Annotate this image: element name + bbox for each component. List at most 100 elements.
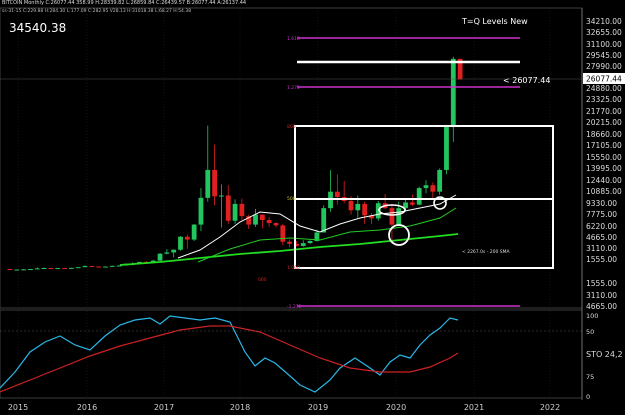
year-tick-label: 2019 xyxy=(308,403,328,412)
candle-body xyxy=(34,268,40,270)
candle-body xyxy=(423,185,429,189)
candle-body xyxy=(82,266,88,268)
price-tick-label: 12440.00 xyxy=(586,176,622,185)
candle-body xyxy=(266,219,272,224)
price-tick-label: 34210.00 xyxy=(586,17,622,26)
year-tick-label: 2016 xyxy=(77,403,97,412)
candle-body xyxy=(21,269,27,271)
price-tick-label: 7775.00 xyxy=(586,210,617,219)
candle-body xyxy=(41,268,47,269)
candle-body xyxy=(198,197,204,225)
level-label: -1.272 xyxy=(287,304,302,310)
candle-body xyxy=(321,208,327,233)
candle-body xyxy=(178,236,183,250)
candle-body xyxy=(225,195,231,221)
candle-body xyxy=(171,249,177,253)
candle-body xyxy=(348,200,354,211)
price-panel xyxy=(0,7,583,309)
candle-body xyxy=(307,240,313,244)
candle-body xyxy=(212,169,217,197)
price-tick-label: 32655.00 xyxy=(586,28,622,37)
price-tick-label: 10885.00 xyxy=(586,187,622,196)
level-label: 000 xyxy=(258,277,267,283)
chart-window: 1.618 1.272 -1.272 800 500 1.000 000 34210.00 3… xyxy=(0,0,625,415)
stoch-tick-label: 0 xyxy=(586,393,590,401)
stoch-tick-label: STO 24,2 xyxy=(586,350,623,359)
year-tick-label: 2015 xyxy=(8,403,28,412)
price-tick-label: 3110.00 xyxy=(586,291,617,300)
indicator-title: T=Q Levels New xyxy=(462,17,528,26)
header-sub-line: ss-31-15 C:229.88 H:284.30 L:177.09 C:28… xyxy=(2,9,192,14)
price-tick-label: 9330.00 xyxy=(586,199,617,208)
candle-body xyxy=(55,268,61,270)
price-axis: 34210.00 32655.00 31100.00 29545.00 27990.00… xyxy=(583,17,625,401)
level-label: 1.272 xyxy=(287,85,300,91)
year-tick-label: 2020 xyxy=(386,403,406,412)
price-tick-label: 21770.00 xyxy=(586,107,622,116)
price-tick-label: 4665.00 xyxy=(586,233,617,242)
price-tick-label: 15550.00 xyxy=(586,153,622,162)
candle-body xyxy=(437,169,443,192)
price-tick-label: 1555.00 xyxy=(586,279,617,288)
stochastic-panel xyxy=(0,309,583,399)
price-tick-label: 20215.00 xyxy=(586,118,622,127)
candle-body xyxy=(355,203,361,211)
stoch-tick-label: 50 xyxy=(586,328,594,336)
candle-body xyxy=(96,266,102,268)
year-tick-label: 2021 xyxy=(464,403,484,412)
year-tick-label: 2017 xyxy=(154,403,174,412)
sma-label: < 2267.0s - 200 SMA xyxy=(462,250,510,255)
candle-body xyxy=(89,266,95,268)
candle-body xyxy=(239,203,245,217)
price-tick-label: 18660.00 xyxy=(586,130,622,139)
candle-body xyxy=(416,188,422,205)
candle-body xyxy=(232,203,238,221)
price-tag-label: 26077.44 xyxy=(586,75,622,84)
price-tick-label: 27990.00 xyxy=(586,62,622,71)
candle-body xyxy=(219,195,224,197)
level-label: 1.618 xyxy=(287,36,300,42)
candle-body xyxy=(389,208,395,225)
candle-body xyxy=(273,223,279,226)
candle-body xyxy=(205,169,211,198)
level-label: 800 xyxy=(287,124,296,130)
price-marker-label: < 26077.44 xyxy=(503,76,551,85)
price-tick-label: 29545.00 xyxy=(586,51,622,60)
price-tick-label: 13995.00 xyxy=(586,164,622,173)
candle-body xyxy=(444,127,449,170)
cursor-price: 34540.38 xyxy=(9,21,67,35)
candle-body xyxy=(191,224,197,240)
stoch-tick-label: 75 xyxy=(586,373,594,381)
price-tick-label: 17105.00 xyxy=(586,141,622,150)
price-tick-label: 4665.00 xyxy=(586,302,617,311)
candle-body xyxy=(164,252,170,254)
candle-body xyxy=(7,269,13,271)
candle-body xyxy=(280,225,286,242)
candle-body xyxy=(28,269,33,271)
price-tick-label: 31100.00 xyxy=(586,40,622,49)
stoch-tick-label: 100 xyxy=(586,312,598,320)
price-tick-label: 6220.00 xyxy=(586,222,617,231)
candle-body xyxy=(62,268,67,270)
candle-body xyxy=(430,185,436,192)
candle-body xyxy=(362,203,368,216)
price-tick-label: 24880.00 xyxy=(586,84,622,93)
candle-body xyxy=(300,243,306,246)
candle-body xyxy=(259,214,265,220)
candle-body xyxy=(109,265,115,267)
candle-body xyxy=(287,241,293,244)
header-line: BITCOIN Monthly C:26077.44 358.99 H:2833… xyxy=(2,0,247,6)
price-chart: 1.6181.272-1.2728005001.000000 34210.003… xyxy=(0,7,625,412)
candle-body xyxy=(409,202,415,205)
level-label: 1.000 xyxy=(287,265,300,271)
candle-body xyxy=(253,214,258,225)
candle-body xyxy=(450,58,456,128)
level-label: 500 xyxy=(287,196,296,202)
candle-body xyxy=(334,191,340,198)
price-tick-label: 3110.00 xyxy=(586,244,617,253)
candle-body xyxy=(396,208,402,225)
year-tick-label: 2018 xyxy=(230,403,250,412)
candle-body xyxy=(157,253,163,261)
candle-body xyxy=(14,269,20,271)
candle-body xyxy=(103,266,108,268)
